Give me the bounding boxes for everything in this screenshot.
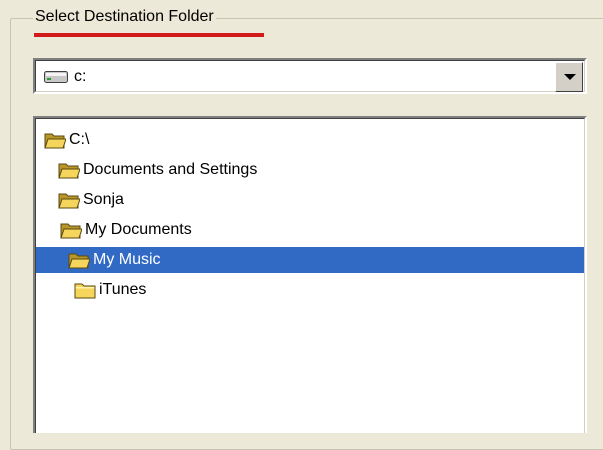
- drive-select[interactable]: c:: [33, 58, 587, 94]
- tree-item-label: My Documents: [85, 221, 192, 238]
- tree-item-documents-and-settings[interactable]: Documents and Settings: [36, 157, 584, 183]
- tree-item-label: iTunes: [99, 281, 147, 298]
- tree-item-label: Documents and Settings: [83, 161, 258, 178]
- tree-item-my-documents[interactable]: My Documents: [36, 217, 584, 243]
- tree-item-my-music[interactable]: My Music: [36, 247, 584, 273]
- tree-item-label: C:\: [69, 131, 90, 148]
- tree-item-itunes[interactable]: iTunes: [36, 277, 584, 303]
- tree-item-sonja[interactable]: Sonja: [36, 187, 584, 213]
- open-folder-icon: [44, 131, 67, 149]
- drive-select-value: c:: [74, 68, 87, 85]
- tree-item-c[interactable]: C:\: [36, 127, 584, 153]
- open-folder-icon: [60, 221, 83, 239]
- open-folder-icon: [58, 161, 81, 179]
- closed-folder-icon: [74, 281, 96, 299]
- drive-icon: [44, 71, 68, 83]
- group-title: Select Destination Folder: [33, 7, 216, 27]
- folder-tree[interactable]: C:\ Documents and Settings Sonja My Documen…: [33, 116, 587, 433]
- redacted-text: [236, 193, 296, 209]
- title-underline: [34, 33, 264, 37]
- tree-item-label: My Music: [93, 251, 161, 268]
- open-folder-icon: [68, 251, 91, 269]
- open-folder-icon: [58, 191, 81, 209]
- dropdown-arrow-button[interactable]: [555, 62, 583, 92]
- tree-item-label: Sonja: [83, 191, 124, 208]
